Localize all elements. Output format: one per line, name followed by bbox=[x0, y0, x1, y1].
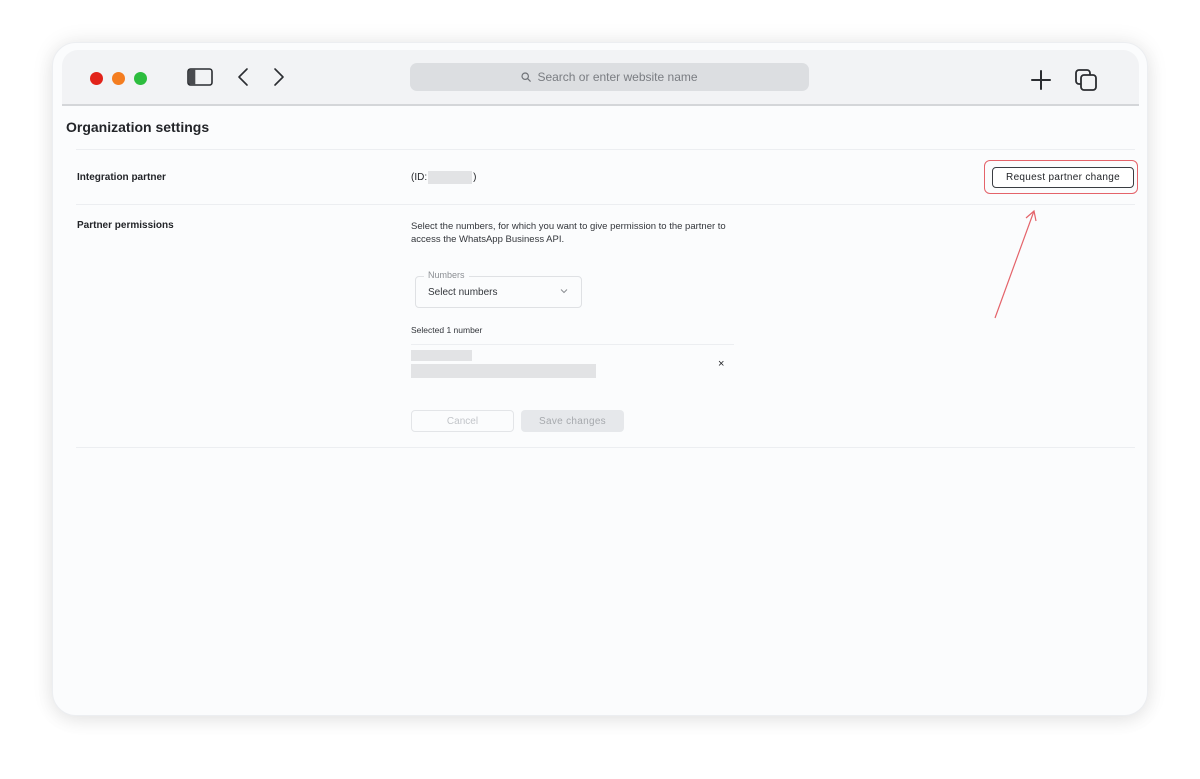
divider bbox=[76, 447, 1135, 448]
maximize-window-button[interactable] bbox=[134, 72, 147, 85]
request-partner-change-button[interactable]: Request partner change bbox=[992, 167, 1134, 188]
divider bbox=[76, 204, 1135, 205]
permissions-description: Select the numbers, for which you want t… bbox=[411, 221, 726, 245]
divider bbox=[411, 344, 734, 345]
cancel-button[interactable]: Cancel bbox=[411, 410, 514, 432]
chevron-down-icon bbox=[559, 286, 569, 296]
selected-number-item bbox=[411, 350, 596, 378]
remove-number-icon[interactable]: × bbox=[718, 358, 724, 370]
back-icon[interactable] bbox=[236, 67, 250, 87]
forward-icon[interactable] bbox=[272, 67, 286, 87]
address-bar[interactable]: Search or enter website name bbox=[410, 63, 809, 91]
address-bar-placeholder: Search or enter website name bbox=[537, 70, 698, 84]
page-content bbox=[62, 106, 1139, 704]
close-window-button[interactable] bbox=[90, 72, 103, 85]
redacted-number-name bbox=[411, 350, 472, 361]
annotation-arrow bbox=[994, 209, 1037, 319]
sidebar-toggle-icon[interactable] bbox=[187, 68, 213, 86]
integration-partner-label: Integration partner bbox=[77, 172, 166, 183]
numbers-select[interactable]: Numbers Select numbers bbox=[415, 270, 582, 308]
numbers-select-placeholder: Select numbers bbox=[428, 287, 498, 298]
partner-id-prefix: (ID: bbox=[411, 172, 428, 183]
divider bbox=[76, 149, 1135, 150]
search-icon bbox=[521, 72, 532, 82]
partner-permissions-label: Partner permissions bbox=[77, 220, 174, 231]
partner-id: (ID: ) bbox=[411, 171, 476, 184]
redacted-number-value bbox=[411, 364, 596, 378]
redacted-partner-id bbox=[428, 171, 473, 184]
page-title: Organization settings bbox=[66, 119, 210, 135]
selected-count: Selected 1 number bbox=[411, 325, 483, 335]
numbers-select-legend: Numbers bbox=[424, 270, 469, 280]
partner-id-suffix: ) bbox=[473, 172, 477, 183]
save-changes-button[interactable]: Save changes bbox=[521, 410, 624, 432]
tabs-overview-icon[interactable] bbox=[1074, 68, 1098, 92]
minimize-window-button[interactable] bbox=[112, 72, 125, 85]
new-tab-icon[interactable] bbox=[1030, 69, 1052, 91]
